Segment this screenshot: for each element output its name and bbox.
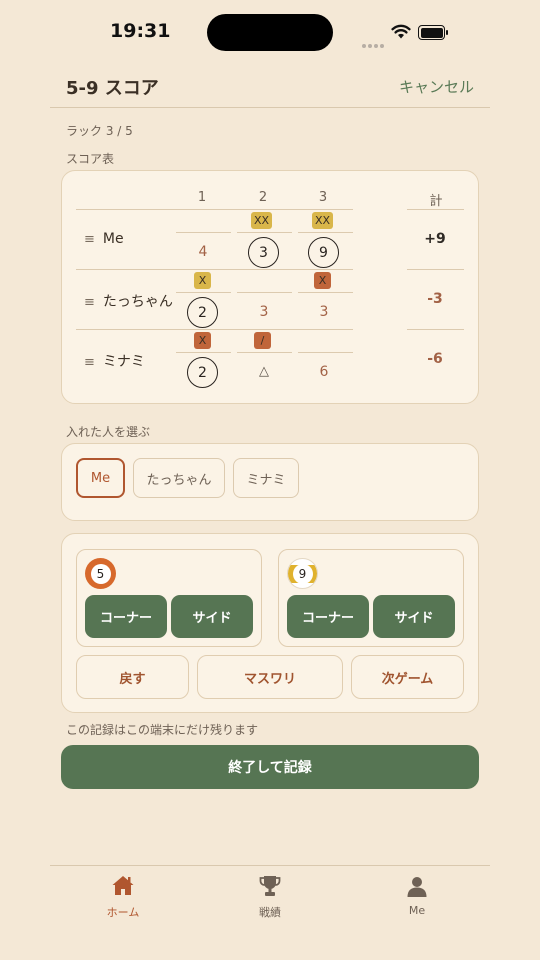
mark-badge: X (194, 332, 211, 349)
player-chip-minami[interactable]: ミナミ (233, 458, 299, 498)
drag-handle-icon[interactable]: ≡ (84, 232, 95, 247)
ball-5-corner-button[interactable]: コーナー (85, 595, 167, 638)
drag-handle-icon[interactable]: ≡ (84, 355, 95, 370)
battery-icon (418, 25, 449, 40)
trophy-icon (259, 876, 281, 896)
column-header-3: 3 (318, 190, 328, 205)
drag-handle-icon[interactable]: ≡ (84, 295, 95, 310)
status-bar: 19:31 (0, 0, 540, 66)
wifi-icon (391, 24, 411, 39)
score-cell-circled[interactable]: 3 (248, 237, 279, 268)
mark-badge: / (254, 332, 271, 349)
column-header-total: 計 (429, 194, 443, 209)
score-cell[interactable]: 6 (308, 364, 340, 380)
column-header-1: 1 (197, 190, 207, 205)
cellular-signal-icon (362, 33, 386, 52)
player-chip-me[interactable]: Me (76, 458, 125, 498)
rack-info: ラック 3 / 5 (66, 124, 133, 138)
finish-and-save-button[interactable]: 終了して記録 (61, 745, 479, 789)
ball-9-icon: 9 (287, 558, 318, 589)
ball-9-corner-button[interactable]: コーナー (287, 595, 369, 638)
scoreboard-card: 1 2 3 計 ≡ Me XX XX 4 3 9 +9 ≡ たっちゃん X X 2 … (61, 170, 479, 404)
mark-badge: XX (312, 212, 334, 229)
tab-records[interactable]: 戦績 (230, 874, 310, 920)
tab-me[interactable]: Me (377, 874, 457, 917)
page-title: 5-9 スコア (66, 78, 159, 99)
player-row-name[interactable]: ≡ Me (84, 231, 124, 247)
score-cell[interactable]: 3 (248, 304, 280, 320)
ball-9-panel: 9 コーナー サイド (278, 549, 464, 647)
picker-label: 入れた人を選ぶ (66, 425, 151, 439)
score-cell-circled[interactable]: 2 (187, 297, 218, 328)
ball-5-side-button[interactable]: サイド (171, 595, 253, 638)
score-cell[interactable]: △ (248, 364, 280, 379)
ball-5-icon: 5 (85, 558, 116, 589)
person-icon (407, 877, 427, 897)
dynamic-island (207, 14, 333, 51)
tab-home[interactable]: ホーム (83, 874, 163, 920)
mark-badge: X (194, 272, 211, 289)
score-cell[interactable]: 3 (308, 304, 340, 320)
score-cell-circled[interactable]: 2 (187, 357, 218, 388)
next-game-button[interactable]: 次ゲーム (351, 655, 464, 699)
player-total: -6 (427, 351, 443, 367)
player-row-name[interactable]: ≡ たっちゃん (84, 291, 173, 311)
player-total: -3 (427, 291, 443, 307)
home-icon (112, 876, 134, 895)
local-storage-note: この記録はこの端末にだけ残ります (66, 723, 259, 737)
ball-9-side-button[interactable]: サイド (373, 595, 455, 638)
score-cell[interactable]: 4 (187, 244, 219, 260)
ball-5-panel: 5 コーナー サイド (76, 549, 262, 647)
cancel-button[interactable]: キャンセル (399, 76, 474, 97)
player-chip-tacchan[interactable]: たっちゃん (133, 458, 225, 498)
player-row-name[interactable]: ≡ ミナミ (84, 351, 145, 371)
status-time: 19:31 (110, 20, 171, 42)
score-cell-circled[interactable]: 9 (308, 237, 339, 268)
undo-button[interactable]: 戻す (76, 655, 189, 699)
header-divider (50, 107, 490, 108)
column-header-2: 2 (258, 190, 268, 205)
scratch-button[interactable]: マスワリ (197, 655, 343, 699)
player-total: +9 (424, 231, 446, 247)
mark-badge: X (314, 272, 331, 289)
player-picker: Me たっちゃん ミナミ (61, 443, 479, 521)
tab-bar-divider (50, 865, 490, 866)
scoreboard-label: スコア表 (66, 152, 115, 166)
mark-badge: XX (251, 212, 273, 229)
pocket-actions-card: 5 コーナー サイド 9 コーナー サイド 戻す マスワリ 次ゲーム (61, 533, 479, 713)
